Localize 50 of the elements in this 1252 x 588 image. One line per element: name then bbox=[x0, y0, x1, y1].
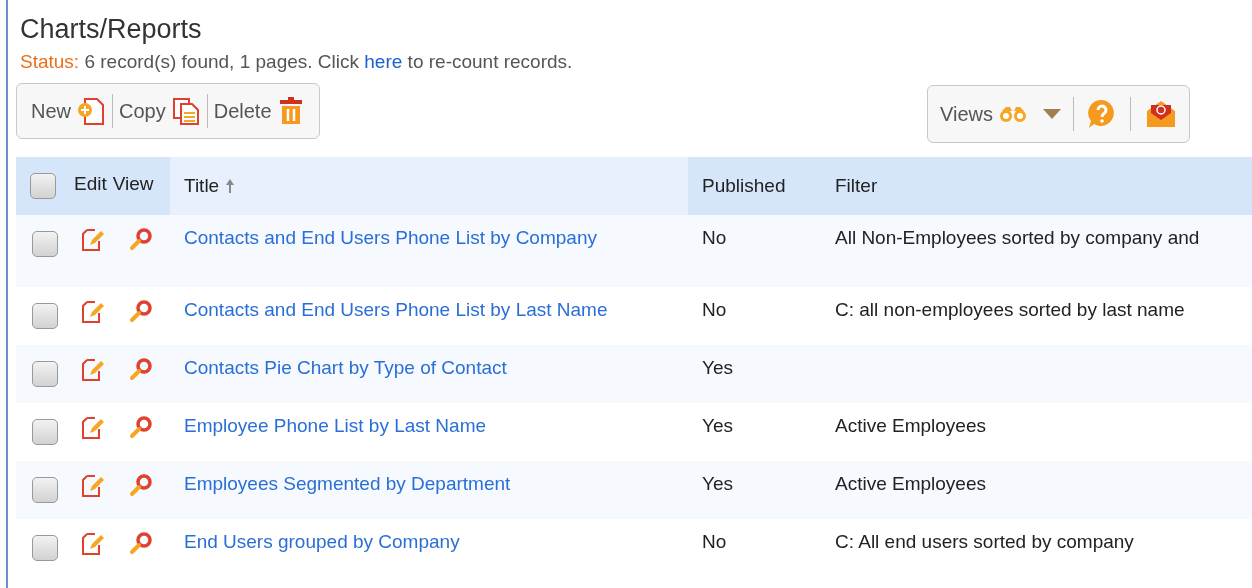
sort-arrow-icon bbox=[225, 178, 236, 194]
copy-icon bbox=[170, 96, 201, 126]
magnifier-icon[interactable] bbox=[128, 299, 154, 325]
row-checkbox[interactable] bbox=[32, 477, 58, 503]
published-cell: Yes bbox=[688, 403, 821, 461]
edit-icon[interactable] bbox=[80, 531, 106, 557]
page-title: Charts/Reports bbox=[20, 14, 203, 45]
new-document-icon bbox=[76, 96, 106, 126]
edit-icon[interactable] bbox=[80, 415, 106, 441]
column-header[interactable]: Title bbox=[184, 175, 220, 197]
filter-cell: Active Employees bbox=[821, 403, 1252, 461]
column-header: View bbox=[112, 173, 154, 196]
published-cell: Yes bbox=[688, 461, 821, 519]
row-checkbox[interactable] bbox=[32, 303, 58, 329]
edit-icon[interactable] bbox=[80, 473, 106, 499]
copy-button[interactable]: Copy bbox=[112, 94, 207, 128]
published-cell: No bbox=[688, 519, 821, 577]
row-checkbox[interactable] bbox=[32, 419, 58, 445]
email-icon[interactable] bbox=[1145, 99, 1177, 129]
magnifier-icon[interactable] bbox=[128, 415, 154, 441]
edit-icon[interactable] bbox=[80, 357, 106, 383]
published-cell: Yes bbox=[688, 345, 821, 403]
magnifier-icon[interactable] bbox=[128, 531, 154, 557]
row-checkbox[interactable] bbox=[32, 231, 58, 257]
magnifier-icon[interactable] bbox=[128, 227, 154, 253]
views-dropdown[interactable]: Views bbox=[934, 97, 1069, 131]
row-checkbox[interactable] bbox=[32, 361, 58, 387]
filter-cell: C: All end users sorted by company bbox=[821, 519, 1252, 577]
new-button[interactable]: New bbox=[25, 94, 112, 128]
recount-link[interactable]: here bbox=[364, 51, 403, 72]
published-cell: No bbox=[688, 287, 821, 345]
report-title-link[interactable]: Contacts and End Users Phone List by Last Name bbox=[184, 299, 608, 320]
status-message: Status: 6 record(s) found, 1 pages. Click here to re-count records. bbox=[20, 51, 574, 73]
filter-cell: C: all non-employees sorted by last name bbox=[821, 287, 1252, 345]
caret-icon bbox=[1041, 108, 1063, 120]
edit-icon[interactable] bbox=[80, 299, 106, 325]
edit-icon[interactable] bbox=[80, 227, 106, 253]
report-title-link[interactable]: Employee Phone List by Last Name bbox=[184, 415, 487, 436]
select-all-checkbox[interactable] bbox=[30, 173, 56, 199]
published-cell: No bbox=[688, 215, 821, 287]
column-header: Edit bbox=[74, 173, 107, 196]
column-header[interactable]: Filter bbox=[835, 175, 878, 197]
filter-cell: Active Employees bbox=[821, 461, 1252, 519]
row-checkbox[interactable] bbox=[32, 535, 58, 561]
binoculars-icon bbox=[998, 105, 1028, 123]
magnifier-icon[interactable] bbox=[128, 357, 154, 383]
report-title-link[interactable]: End Users grouped by Company bbox=[184, 531, 460, 552]
delete-button[interactable]: Delete bbox=[206, 94, 311, 128]
filter-cell: All Non-Employees sorted by company and bbox=[821, 215, 1252, 287]
magnifier-icon[interactable] bbox=[128, 473, 154, 499]
